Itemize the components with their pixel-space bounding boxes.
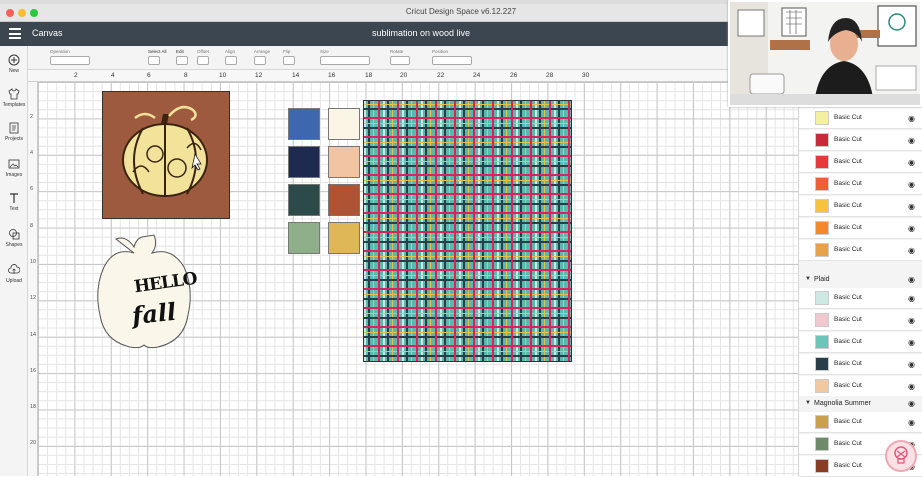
offset-tool[interactable]: Offset (197, 49, 209, 65)
sidebar-item-templates[interactable]: Templates (0, 88, 28, 108)
presenter-video-image (730, 2, 920, 105)
align-tool[interactable]: Align (225, 49, 237, 65)
fall-text: fall (130, 296, 178, 331)
text-icon (10, 193, 18, 203)
select-all-tool[interactable]: Select All (148, 49, 167, 65)
color-swatch[interactable] (328, 108, 360, 140)
layer-row[interactable]: Basic Cut◉ (799, 288, 922, 309)
layer-row[interactable]: Basic Cut◉ (799, 152, 922, 173)
layer-row[interactable]: Basic Cut◉ (799, 240, 922, 261)
eye-icon[interactable]: ◉ (908, 360, 915, 369)
left-sidebar: New Templates Projects Images Text Shape… (0, 46, 28, 476)
caret-down-icon[interactable]: ▼ (805, 400, 811, 406)
eye-icon[interactable]: ◉ (908, 202, 915, 211)
layers-panel: Basic Cut ◉ Basic Cut ◉ Basic Cut ◉ Basic C… (798, 70, 922, 477)
rotate-tool[interactable]: Rotate (390, 49, 410, 65)
eye-icon[interactable]: ◉ (908, 294, 915, 303)
pumpkin-icon (122, 105, 208, 197)
arrange-tool[interactable]: Arrange (254, 49, 270, 65)
layer-row[interactable]: Basic Cut◉ (799, 174, 922, 195)
layer-row[interactable]: Basic Cut◉ (799, 130, 922, 151)
sidebar-item-images[interactable]: Images (0, 158, 28, 178)
layer-row[interactable]: Basic Cut◉ (799, 376, 922, 397)
layer-row[interactable]: Basic Cut◉ (799, 354, 922, 375)
layer-group-plaid[interactable]: ▼ Plaid ◉ (799, 272, 922, 288)
eye-icon[interactable]: ◉ (908, 114, 915, 123)
eye-icon[interactable]: ◉ (908, 246, 915, 255)
eye-icon[interactable]: ◉ (908, 316, 915, 325)
sidebar-item-text[interactable]: Text (0, 192, 28, 212)
shirt-icon (8, 88, 20, 100)
sidebar-item-shapes[interactable]: Shapes (0, 228, 28, 248)
flip-tool[interactable]: Flip (283, 49, 295, 65)
position-tool[interactable]: Position (432, 49, 472, 65)
sidebar-item-new[interactable]: New (0, 54, 28, 74)
lightbulb-logo-icon (894, 446, 908, 464)
layer-row[interactable]: Basic Cut◉ (799, 332, 922, 353)
layer-row[interactable]: Basic Cut◉ (799, 108, 922, 129)
eye-icon[interactable]: ◉ (908, 180, 915, 189)
caret-down-icon[interactable]: ▼ (805, 276, 811, 282)
plaid-pattern-design[interactable] (363, 100, 572, 362)
layer-row[interactable]: Basic Cut◉ (799, 310, 922, 331)
layer-row[interactable]: Basic Cut◉ (799, 412, 922, 433)
layer-row[interactable]: Basic Cut◉ (799, 218, 922, 239)
color-swatch[interactable] (328, 184, 360, 216)
sidebar-item-upload[interactable]: Upload (0, 264, 28, 284)
eye-icon[interactable]: ◉ (908, 418, 915, 427)
upload-icon (8, 264, 20, 274)
layer-group-magnolia-summer[interactable]: ▼ Magnolia Summer ◉ (799, 396, 922, 412)
color-swatch[interactable] (288, 222, 320, 254)
pumpkin-design-on-wood[interactable] (102, 91, 230, 219)
projects-icon (9, 122, 19, 134)
images-icon (8, 159, 20, 169)
eye-icon[interactable]: ◉ (908, 338, 915, 347)
plus-icon (8, 54, 20, 66)
ruler-top: 2 4 6 8 10 12 14 16 18 20 22 24 26 28 30 (28, 70, 798, 82)
color-swatch[interactable] (328, 146, 360, 178)
edit-tool[interactable]: Edit (176, 49, 188, 65)
eye-icon[interactable]: ◉ (908, 224, 915, 233)
eye-icon[interactable]: ◉ (908, 399, 915, 408)
operation-tool[interactable]: Operation (50, 49, 90, 65)
ruler-left: 2 4 6 8 10 12 14 16 18 20 (28, 82, 38, 476)
watermark-logo (885, 440, 917, 472)
size-tool[interactable]: Size (320, 49, 370, 65)
sidebar-item-projects[interactable]: Projects (0, 122, 28, 142)
eye-icon[interactable]: ◉ (908, 158, 915, 167)
hello-fall-design[interactable]: HELLO fall (96, 233, 198, 351)
eye-icon[interactable]: ◉ (908, 136, 915, 145)
color-swatch[interactable] (288, 108, 320, 140)
eye-icon[interactable]: ◉ (908, 275, 915, 284)
layer-row[interactable]: Basic Cut◉ (799, 196, 922, 217)
color-swatch[interactable] (288, 146, 320, 178)
color-swatch[interactable] (288, 184, 320, 216)
eye-icon[interactable]: ◉ (908, 382, 915, 391)
webcam-overlay (728, 0, 922, 107)
shapes-icon (9, 229, 20, 240)
color-swatch[interactable] (328, 222, 360, 254)
